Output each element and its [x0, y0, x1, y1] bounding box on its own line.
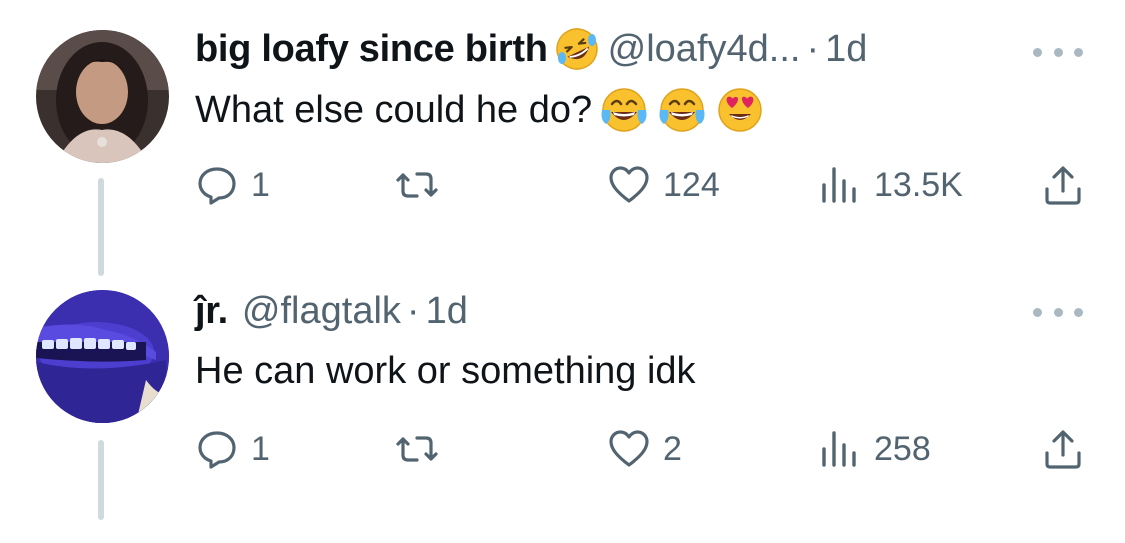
share-button[interactable]: [1041, 424, 1085, 474]
thread-line: [98, 178, 104, 276]
more-options-icon[interactable]: [1033, 302, 1083, 322]
like-button[interactable]: 2: [607, 424, 682, 474]
separator-dot: ·: [806, 28, 820, 70]
views-button[interactable]: 13.5K: [818, 160, 963, 210]
avatar[interactable]: [36, 290, 169, 423]
share-button[interactable]: [1041, 160, 1085, 210]
tweet-text-content: He can work or something idk: [195, 350, 696, 392]
rolling-laughing-emoji-icon: [554, 26, 600, 72]
reply-button[interactable]: 1: [195, 424, 270, 474]
reply-button[interactable]: 1: [195, 160, 270, 210]
separator-dot: ·: [406, 290, 420, 332]
tweet-header: big loafy since birth @loafy4d... · 1d: [195, 24, 867, 74]
retweet-icon: [395, 427, 439, 471]
tweet-text: What else could he do?: [195, 84, 766, 136]
heart-icon: [607, 163, 651, 207]
views-chart-icon: [818, 163, 862, 207]
heart-icon: [607, 427, 651, 471]
retweet-button[interactable]: [395, 160, 439, 210]
more-options-icon[interactable]: [1033, 42, 1083, 62]
retweet-button[interactable]: [395, 424, 439, 474]
views-count: 13.5K: [874, 165, 963, 204]
tweet-header: ĵr. @flagtalk · 1d: [195, 286, 468, 336]
views-button[interactable]: 258: [818, 424, 931, 474]
tweet-actions: 1 124 13.5K: [195, 160, 1085, 210]
share-icon: [1041, 427, 1085, 471]
avatar[interactable]: [36, 30, 169, 163]
reply-count: 1: [251, 429, 270, 468]
views-count: 258: [874, 429, 931, 468]
avatar-image: [36, 290, 169, 423]
share-icon: [1041, 163, 1085, 207]
tears-of-joy-emoji-icon: [598, 84, 650, 136]
handle[interactable]: @flagtalk: [242, 286, 401, 336]
views-chart-icon: [818, 427, 862, 471]
timestamp[interactable]: 1d: [426, 286, 468, 336]
tweet-actions: 1 2 258: [195, 424, 1085, 474]
retweet-icon: [395, 163, 439, 207]
handle[interactable]: @loafy4d...: [608, 24, 801, 74]
avatar-image: [36, 30, 169, 163]
tweet-text-content: What else could he do?: [195, 89, 593, 131]
tweet-text: He can work or something idk: [195, 346, 696, 396]
like-button[interactable]: 124: [607, 160, 720, 210]
reply-count: 1: [251, 165, 270, 204]
reply-icon: [195, 427, 239, 471]
like-count: 124: [663, 165, 720, 204]
like-count: 2: [663, 429, 682, 468]
timestamp[interactable]: 1d: [825, 24, 867, 74]
reply-icon: [195, 163, 239, 207]
display-name[interactable]: big loafy since birth: [195, 24, 548, 74]
heart-eyes-emoji-icon: [714, 84, 766, 136]
thread-line: [98, 440, 104, 520]
tears-of-joy-emoji-icon: [656, 84, 708, 136]
display-name[interactable]: ĵr.: [195, 286, 228, 336]
